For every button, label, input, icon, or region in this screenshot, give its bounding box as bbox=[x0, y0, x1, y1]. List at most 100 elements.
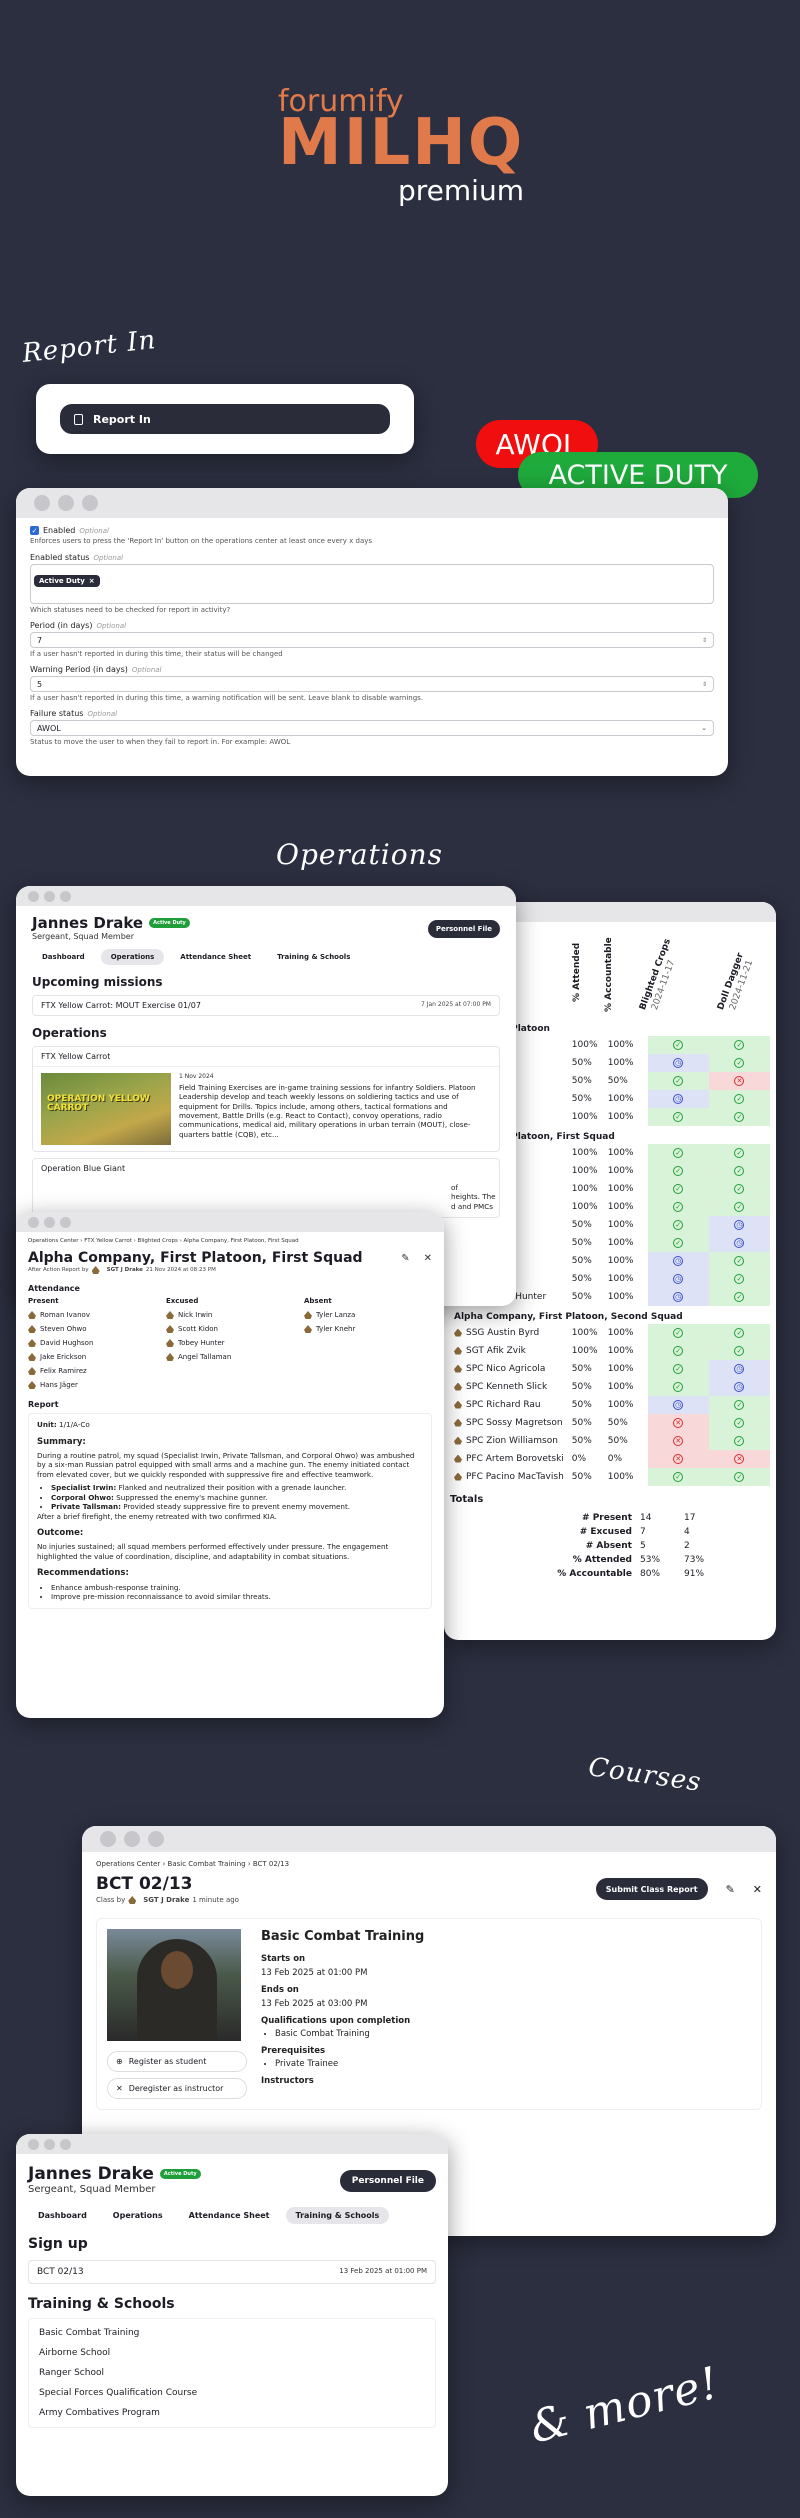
breadcrumb[interactable]: Operations Center › FTX Yellow Carrot › … bbox=[28, 1238, 432, 1244]
attendance-cell[interactable]: ✓ bbox=[647, 1324, 709, 1342]
attendance-cell[interactable]: ✓ bbox=[708, 1054, 770, 1072]
school-item[interactable]: Basic Combat Training bbox=[39, 2323, 425, 2343]
attendee-item[interactable]: David Hughson bbox=[28, 1336, 166, 1350]
window-control-icon[interactable] bbox=[28, 2138, 39, 2150]
breadcrumb[interactable]: Operations Center › Basic Combat Trainin… bbox=[96, 1860, 762, 1868]
attendee-item[interactable]: Hans Jäger bbox=[28, 1378, 166, 1392]
window-control-icon[interactable] bbox=[44, 2138, 55, 2150]
window-control-icon[interactable] bbox=[28, 1216, 39, 1228]
attendance-cell[interactable]: ✓ bbox=[708, 1342, 770, 1360]
attendance-cell[interactable]: ✓ bbox=[647, 1036, 709, 1054]
attendance-cell[interactable]: ✓ bbox=[647, 1162, 709, 1180]
member-cell[interactable]: SPC Kenneth Slick bbox=[450, 1378, 568, 1396]
school-item[interactable]: Airborne School bbox=[39, 2343, 425, 2363]
window-control-icon[interactable] bbox=[148, 1831, 164, 1847]
personnel-file-button[interactable]: Personnel File bbox=[339, 2170, 436, 2192]
attendance-cell[interactable]: ✓ bbox=[708, 1288, 770, 1306]
attendee-item[interactable]: Scott Kidon bbox=[166, 1322, 304, 1336]
attendance-cell[interactable]: ◷ bbox=[708, 1378, 770, 1396]
tab-dashboard[interactable]: Dashboard bbox=[32, 949, 95, 965]
attendance-cell[interactable]: ✓ bbox=[708, 1468, 770, 1486]
attendance-cell[interactable]: ✓ bbox=[708, 1324, 770, 1342]
attendee-item[interactable]: Felix Ramirez bbox=[28, 1364, 166, 1378]
window-control-icon[interactable] bbox=[100, 1831, 116, 1847]
window-control-icon[interactable] bbox=[58, 495, 74, 511]
report-in-button[interactable]: Report In bbox=[60, 404, 390, 434]
tab-operations[interactable]: Operations bbox=[100, 949, 165, 965]
attendance-cell[interactable]: ✓ bbox=[708, 1090, 770, 1108]
window-control-icon[interactable] bbox=[124, 1831, 140, 1847]
register-student-button[interactable]: ⊕ Register as student bbox=[107, 2051, 247, 2072]
edit-icon[interactable]: ✎ bbox=[401, 1253, 409, 1264]
window-control-icon[interactable] bbox=[82, 495, 98, 511]
operation-card[interactable]: FTX Yellow Carrot OPERATION YELLOW CARRO… bbox=[32, 1046, 500, 1152]
attendance-cell[interactable]: ✓ bbox=[708, 1036, 770, 1054]
school-item[interactable]: Army Combatives Program bbox=[39, 2403, 425, 2423]
attendance-cell[interactable]: ✓ bbox=[708, 1252, 770, 1270]
attendee-item[interactable]: Nick Irwin bbox=[166, 1308, 304, 1322]
attendee-item[interactable]: Angel Tallaman bbox=[166, 1350, 304, 1364]
stepper-icon[interactable]: ⇕ bbox=[702, 637, 707, 644]
attendance-cell[interactable]: ✓ bbox=[647, 1180, 709, 1198]
attendance-cell[interactable]: ✕ bbox=[647, 1432, 709, 1450]
attendance-cell[interactable]: ✓ bbox=[647, 1072, 709, 1090]
attendance-cell[interactable]: ◷ bbox=[708, 1360, 770, 1378]
stepper-icon[interactable]: ⇕ bbox=[702, 681, 707, 688]
attendance-cell[interactable]: ✓ bbox=[708, 1414, 770, 1432]
attendance-cell[interactable]: ✓ bbox=[647, 1378, 709, 1396]
tab-operations[interactable]: Operations bbox=[103, 2207, 173, 2224]
member-cell[interactable]: SPC Sossy Magretson bbox=[450, 1414, 568, 1432]
attendance-cell[interactable]: ✕ bbox=[647, 1414, 709, 1432]
attendance-cell[interactable]: ✓ bbox=[708, 1396, 770, 1414]
attendance-cell[interactable]: ◷ bbox=[647, 1396, 709, 1414]
member-cell[interactable]: PFC Pacino MacTavish bbox=[450, 1468, 568, 1486]
attendee-item[interactable]: Jake Erickson bbox=[28, 1350, 166, 1364]
member-cell[interactable]: SSG Austin Byrd bbox=[450, 1324, 568, 1342]
attendee-item[interactable]: Steven Ohwo bbox=[28, 1322, 166, 1336]
attendance-cell[interactable]: ✕ bbox=[647, 1450, 709, 1468]
close-icon[interactable]: ✕ bbox=[753, 1883, 762, 1896]
attendance-cell[interactable]: ✓ bbox=[708, 1432, 770, 1450]
window-control-icon[interactable] bbox=[34, 495, 50, 511]
school-item[interactable]: Special Forces Qualification Course bbox=[39, 2383, 425, 2403]
attendance-cell[interactable]: ✓ bbox=[647, 1144, 709, 1162]
member-cell[interactable]: SPC Richard Rau bbox=[450, 1396, 568, 1414]
window-control-icon[interactable] bbox=[60, 2138, 71, 2150]
remove-chip-icon[interactable]: × bbox=[89, 577, 95, 585]
attendance-cell[interactable]: ✕ bbox=[708, 1450, 770, 1468]
tab-training-schools[interactable]: Training & Schools bbox=[285, 2207, 390, 2224]
attendance-cell[interactable]: ✓ bbox=[647, 1468, 709, 1486]
attendance-cell[interactable]: ✓ bbox=[647, 1198, 709, 1216]
member-cell[interactable]: SPC Zion Williamson bbox=[450, 1432, 568, 1450]
attendance-cell[interactable]: ◷ bbox=[708, 1234, 770, 1252]
attendance-cell[interactable]: ✓ bbox=[708, 1108, 770, 1126]
attendance-cell[interactable]: ✓ bbox=[647, 1108, 709, 1126]
attendance-cell[interactable]: ✓ bbox=[708, 1180, 770, 1198]
school-item[interactable]: Ranger School bbox=[39, 2363, 425, 2383]
attendance-cell[interactable]: ✓ bbox=[647, 1342, 709, 1360]
window-control-icon[interactable] bbox=[60, 1216, 71, 1228]
submit-class-report-button[interactable]: Submit Class Report bbox=[595, 1878, 708, 1900]
operation-card[interactable]: Operation Blue Giant of heights. The d a… bbox=[32, 1158, 500, 1218]
attendance-cell[interactable]: ◷ bbox=[647, 1252, 709, 1270]
attendance-cell[interactable]: ✓ bbox=[708, 1144, 770, 1162]
attendee-item[interactable]: Tyler Lanza bbox=[304, 1308, 432, 1322]
tab-training-schools[interactable]: Training & Schools bbox=[267, 949, 360, 965]
enabled-checkbox[interactable]: ✓ bbox=[30, 526, 39, 535]
attendee-item[interactable]: Tobey Hunter bbox=[166, 1336, 304, 1350]
edit-icon[interactable]: ✎ bbox=[726, 1883, 735, 1896]
attendance-cell[interactable]: ◷ bbox=[647, 1270, 709, 1288]
attendance-cell[interactable]: ✓ bbox=[708, 1162, 770, 1180]
signup-item[interactable]: BCT 02/13 13 Feb 2025 at 01:00 PM bbox=[28, 2260, 436, 2284]
period-input[interactable]: 7 ⇕ bbox=[30, 632, 714, 648]
tab-dashboard[interactable]: Dashboard bbox=[28, 2207, 97, 2224]
enabled-status-select[interactable]: Active Duty × bbox=[30, 564, 714, 604]
attendance-cell[interactable]: ◷ bbox=[708, 1216, 770, 1234]
attendance-cell[interactable]: ◷ bbox=[647, 1288, 709, 1306]
attendee-item[interactable]: Roman Ivanov bbox=[28, 1308, 166, 1322]
failure-status-select[interactable]: AWOL ⌄ bbox=[30, 720, 714, 736]
close-icon[interactable]: ✕ bbox=[424, 1253, 432, 1264]
warning-period-input[interactable]: 5 ⇕ bbox=[30, 676, 714, 692]
attendee-item[interactable]: Tyler Knehr bbox=[304, 1322, 432, 1336]
report-author[interactable]: SGT J Drake bbox=[107, 1267, 143, 1273]
